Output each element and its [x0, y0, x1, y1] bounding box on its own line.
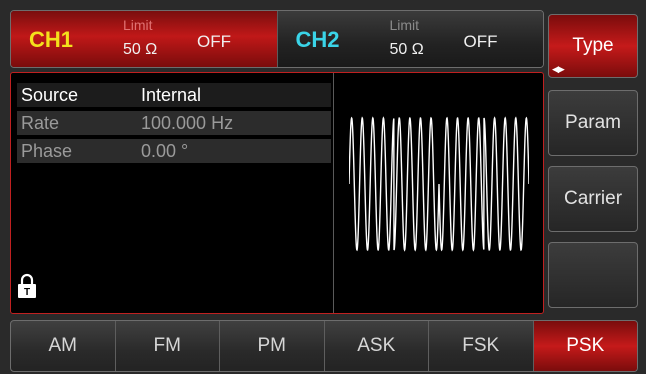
- left-right-arrows-icon: ◀▶: [552, 64, 565, 74]
- lock-icon: T: [18, 273, 36, 298]
- tab-fsk[interactable]: FSK: [429, 321, 534, 371]
- channel-2-output-state: OFF: [463, 32, 498, 51]
- param-row-phase[interactable]: Phase 0.00 °: [17, 139, 331, 163]
- tab-am[interactable]: AM: [11, 321, 116, 371]
- blank-softkey[interactable]: [548, 242, 638, 308]
- tab-fm[interactable]: FM: [116, 321, 220, 371]
- parameter-list: Source Internal Rate 100.000 Hz Phase 0.…: [17, 83, 331, 167]
- channel-1-output-state: OFF: [197, 32, 231, 51]
- svg-text:T: T: [24, 287, 30, 298]
- type-softkey[interactable]: Type ◀▶: [548, 14, 638, 78]
- type-softkey-label: Type: [572, 35, 614, 56]
- param-value: Internal: [141, 85, 202, 105]
- carrier-softkey[interactable]: Carrier: [548, 166, 638, 232]
- channel-2-impedance: 50 Ω: [389, 41, 424, 58]
- channel-2-limit-label: Limit: [389, 17, 420, 33]
- param-row-rate[interactable]: Rate 100.000 Hz: [17, 111, 331, 135]
- tab-ask[interactable]: ASK: [325, 321, 429, 371]
- param-row-source[interactable]: Source Internal: [17, 83, 331, 107]
- channel-1-name: CH1: [29, 27, 74, 52]
- param-value: 100.000 Hz: [141, 113, 234, 133]
- param-name: Source: [21, 85, 79, 105]
- param-name: Phase: [21, 141, 73, 161]
- channel-1-limit-label: Limit: [123, 17, 153, 33]
- panel-divider: [333, 73, 334, 313]
- generator-screen: CH1 Limit 50 Ω OFF CH2 Limit 50 Ω OFF Ty…: [0, 0, 646, 374]
- param-value: 0.00 °: [141, 141, 189, 161]
- tab-pm[interactable]: PM: [220, 321, 325, 371]
- channel-1-impedance: 50 Ω: [123, 41, 158, 58]
- channel-bar: CH1 Limit 50 Ω OFF CH2 Limit 50 Ω OFF: [10, 10, 544, 68]
- psk-waveform-preview: [349, 116, 529, 252]
- param-name: Rate: [21, 113, 60, 133]
- channel-2-name: CH2: [295, 27, 340, 52]
- param-softkey-label: Param: [565, 112, 621, 133]
- carrier-softkey-label: Carrier: [563, 188, 623, 209]
- param-softkey[interactable]: Param: [548, 90, 638, 156]
- channel-2-status[interactable]: CH2 Limit 50 Ω OFF: [277, 11, 543, 67]
- modulation-panel: Source Internal Rate 100.000 Hz Phase 0.…: [10, 72, 544, 314]
- modulation-type-tabs: AM FM PM ASK FSK PSK: [10, 320, 638, 372]
- tab-psk[interactable]: PSK: [533, 321, 637, 371]
- channel-1-status[interactable]: CH1 Limit 50 Ω OFF: [11, 11, 278, 67]
